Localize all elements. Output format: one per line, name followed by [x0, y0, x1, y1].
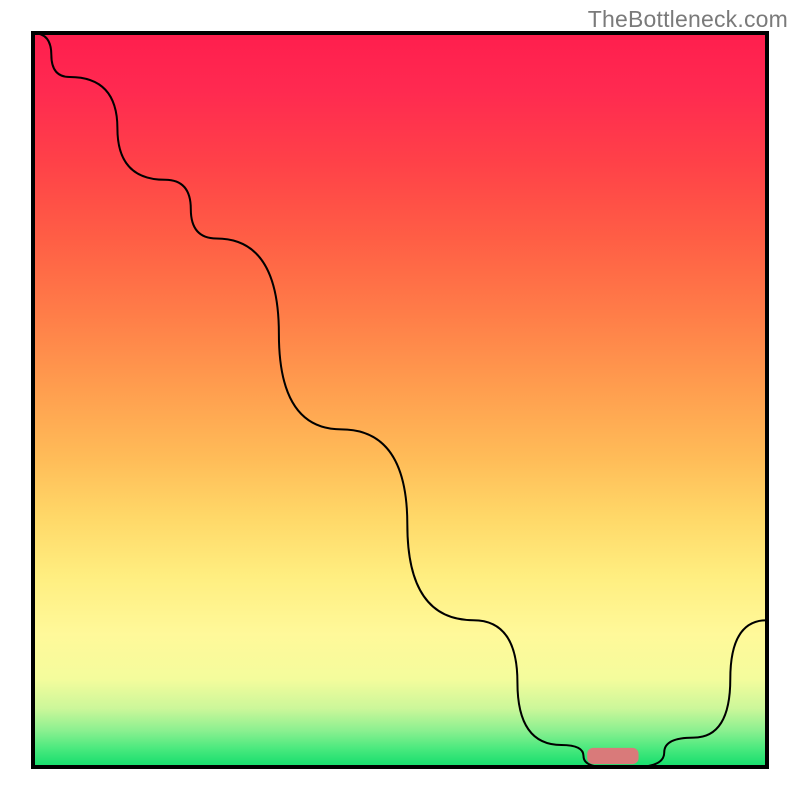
min-marker — [587, 748, 638, 764]
chart-svg — [0, 0, 800, 800]
plot-background — [33, 33, 767, 767]
chart-canvas: TheBottleneck.com — [0, 0, 800, 800]
